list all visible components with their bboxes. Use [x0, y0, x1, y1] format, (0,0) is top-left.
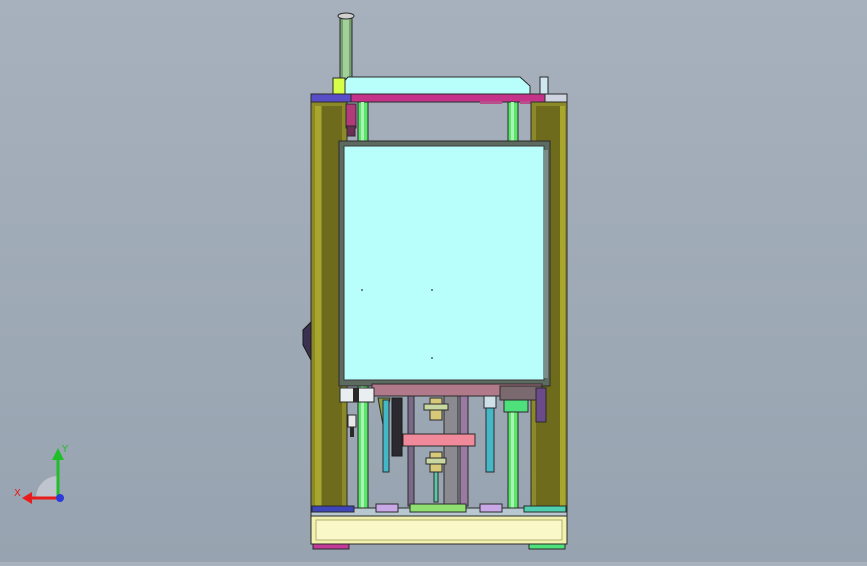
left-fitting — [347, 414, 357, 428]
center-left-rod — [407, 395, 415, 507]
top-beam-left-cap — [310, 93, 352, 103]
base-right-foot — [528, 543, 566, 550]
left-fitting-stem — [350, 427, 354, 437]
base-left-foot — [312, 543, 350, 550]
graphics-viewport[interactable] — [0, 0, 867, 562]
triad-arc — [36, 476, 58, 498]
left-cyan-rod — [382, 399, 390, 473]
base-plate-inset — [315, 519, 563, 541]
base-pad-2 — [375, 503, 399, 513]
top-left-block — [332, 77, 346, 97]
left-side-bracket — [302, 320, 312, 361]
y-axis-label: Y — [61, 444, 69, 455]
glass-mark-2 — [431, 289, 433, 291]
axis-triad: Y X — [14, 444, 69, 504]
upper-nozzle-flange — [423, 403, 449, 411]
top-cover-plate — [339, 76, 531, 95]
right-rod-collar — [483, 395, 497, 409]
top-beam-slot-1 — [480, 101, 502, 104]
mid-crossbar — [402, 433, 476, 447]
x-axis-arrow — [22, 492, 32, 504]
right-green-clamp — [503, 399, 529, 413]
right-cyan-rod — [485, 397, 495, 473]
x-axis-label: X — [14, 488, 21, 499]
window-glass — [343, 145, 545, 381]
left-column-highlight — [315, 106, 321, 510]
top-cylinder-highlight — [343, 18, 349, 78]
lower-nozzle-flange — [425, 457, 447, 465]
nozzle-tip — [433, 471, 439, 503]
left-black-actuator — [391, 397, 403, 457]
window-side-trim — [544, 150, 548, 378]
lower-left-block-slot — [353, 388, 359, 402]
base-center-pad — [409, 503, 467, 513]
center-right-rod — [459, 395, 469, 507]
left-actuator-base — [346, 125, 356, 137]
base-left-pad — [311, 505, 355, 513]
glass-mark-3 — [431, 357, 433, 359]
top-cylinder-cap — [337, 12, 355, 20]
z-axis-dot — [56, 494, 64, 502]
base-right-pad — [523, 505, 567, 513]
left-actuator — [345, 103, 357, 129]
glass-mark-1 — [361, 289, 363, 291]
machine-model[interactable] — [0, 0, 867, 562]
base-pad-4 — [479, 503, 503, 513]
right-column-highlight — [560, 106, 565, 510]
center-guide-column — [443, 395, 459, 507]
top-beam-right-cap — [544, 93, 568, 103]
right-purple-block — [535, 387, 547, 423]
top-right-post — [539, 76, 549, 96]
